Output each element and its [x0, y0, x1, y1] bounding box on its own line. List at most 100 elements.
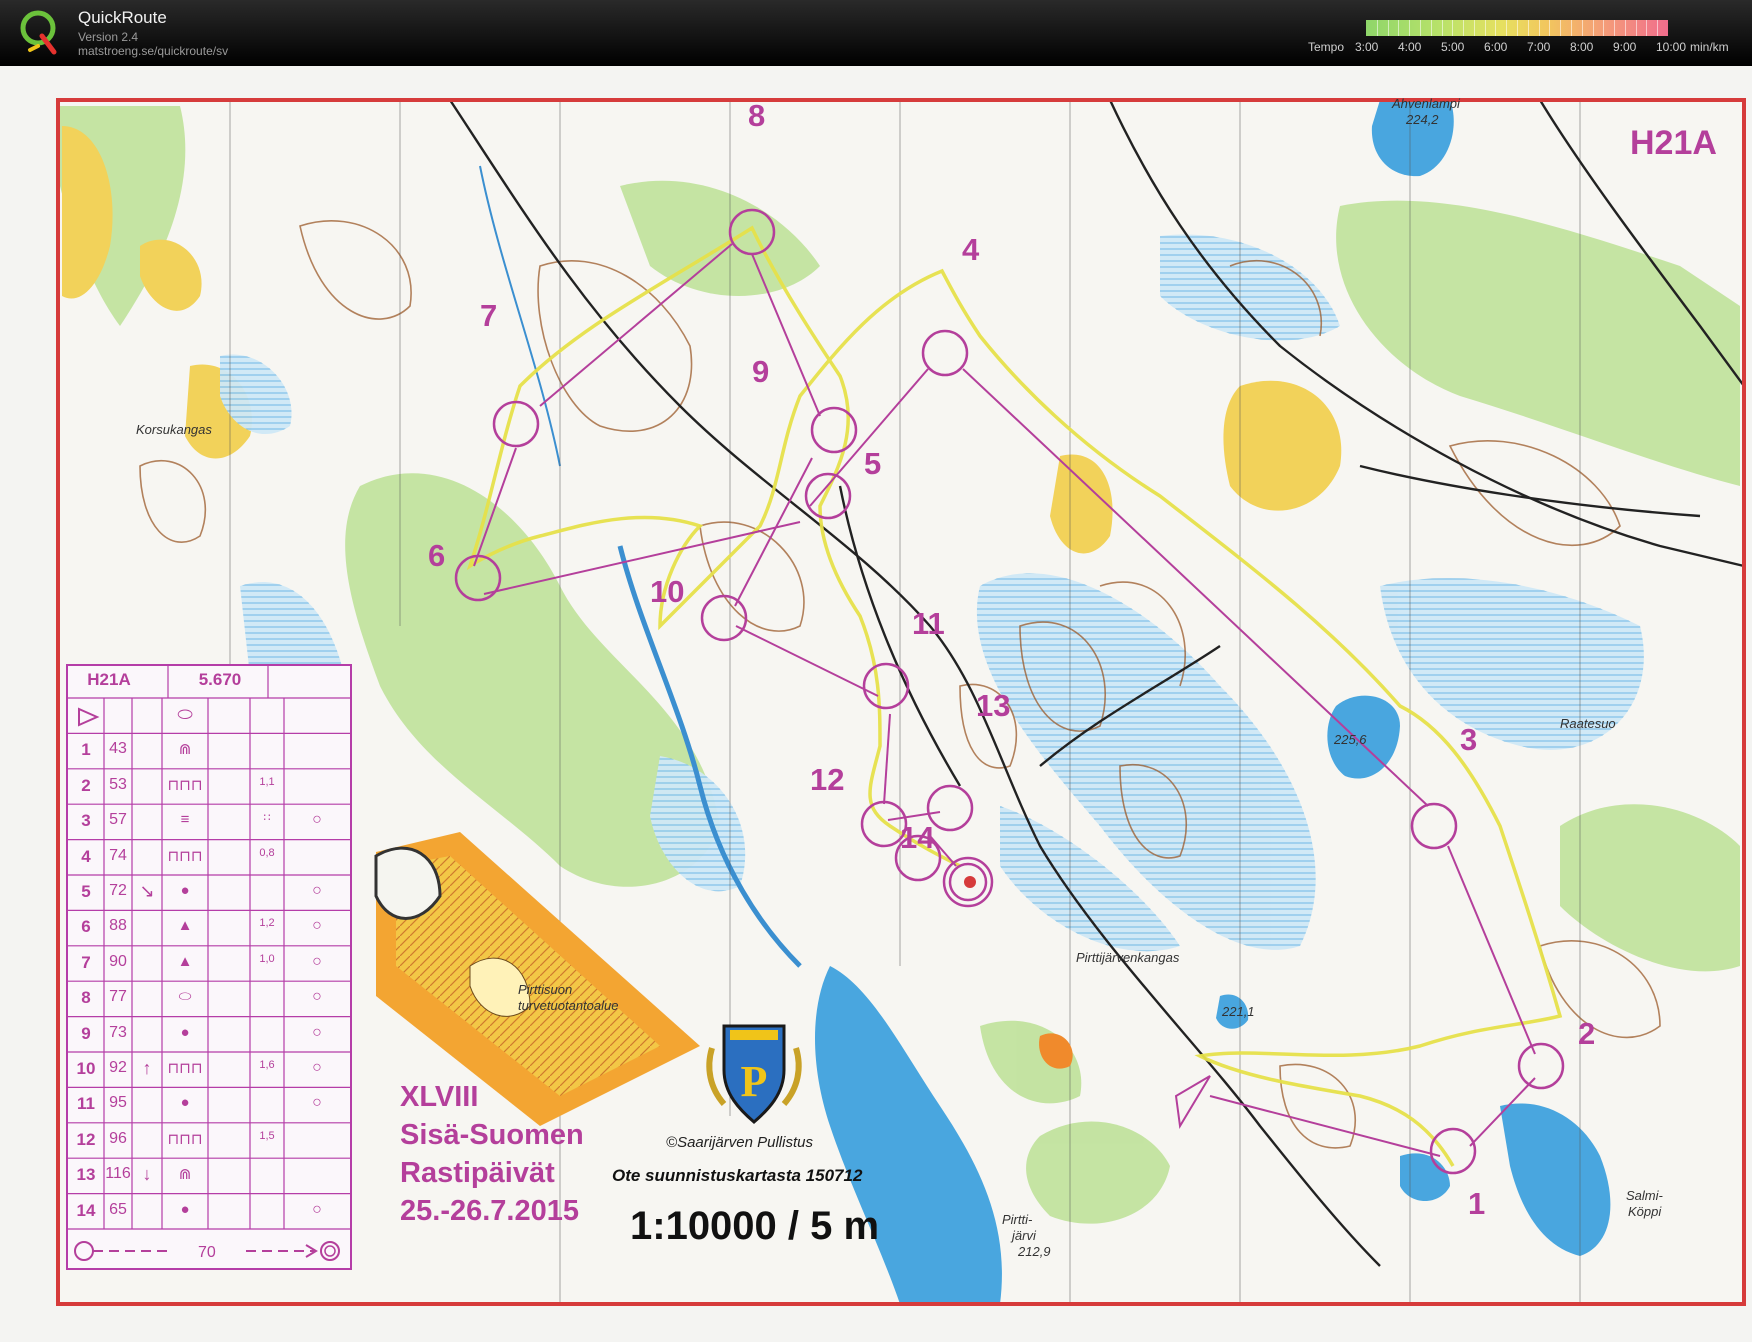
desc-feature-icon: ⋒ [178, 741, 192, 759]
desc-location-icon: ○ [312, 988, 322, 1006]
desc-control-number: 3 [81, 811, 91, 831]
copyright-icon: © [666, 1134, 678, 1151]
desc-control-number: 1 [81, 740, 91, 760]
desc-feature-icon: ⋒ [178, 1166, 192, 1184]
event-title-line-1: XLVIII [400, 1081, 479, 1113]
desc-feature-icon: ● [180, 1094, 190, 1112]
desc-dimension: 1,2 [259, 917, 275, 930]
finish-marker [964, 876, 976, 888]
desc-location-icon: ○ [312, 882, 322, 899]
svg-text:P: P [741, 1057, 768, 1106]
tempo-unit: min/km [1690, 40, 1729, 54]
control-description-table: H21A 5.670 ⬭ 1 43 ⋒ 2 53 ⊓⊓⊓ 1,1 3 57 ≡ ∷ ○ 4 74 ⊓⊓⊓ 0,8… [66, 664, 352, 1270]
desc-dimension: 1,5 [259, 1129, 275, 1142]
tempo-bar-segment [1549, 20, 1551, 36]
desc-dimension: 1,0 [259, 952, 275, 965]
tempo-tick-label: 10:00 [1656, 40, 1687, 54]
place-salmi-1: Salmi- [1626, 1188, 1663, 1203]
desc-feature-icon: ≡ [180, 811, 190, 829]
finish-line-right-icon [246, 1241, 340, 1261]
control-number-3: 3 [1460, 722, 1478, 757]
control-number-1: 1 [1468, 1186, 1486, 1221]
place-pirttijarvi-3: 212,9 [1018, 1244, 1051, 1259]
desc-control-number: 6 [81, 917, 91, 937]
desc-feature-icon: ⊓⊓⊓ [167, 776, 203, 794]
control-number-6: 6 [428, 538, 446, 573]
copyright-text: ©Saarijärven Pullistus [666, 1134, 813, 1151]
desc-control-number: 9 [81, 1023, 91, 1043]
desc-length: 5.670 [198, 670, 242, 689]
tempo-tick-label: 6:00 [1484, 40, 1508, 54]
desc-control-code: 77 [109, 988, 127, 1006]
tempo-color-bar [1366, 20, 1668, 36]
desc-direction-icon: ↓ [142, 1164, 152, 1185]
desc-control-number: 10 [76, 1059, 96, 1078]
place-salmi-2: Köppi [1628, 1204, 1662, 1219]
control-number-2: 2 [1578, 1016, 1596, 1051]
desc-feature-icon: ⊓⊓⊓ [167, 1130, 203, 1148]
tempo-tick-label: 8:00 [1570, 40, 1594, 54]
place-ahvenlampi: Ahvenlampi [1392, 96, 1460, 111]
tempo-bar-segment [1614, 20, 1616, 36]
event-title-line-4: 25.-26.7.2015 [400, 1195, 579, 1227]
tempo-bar-segment [1603, 20, 1605, 36]
control-number-14: 14 [900, 820, 935, 855]
tempo-bar-segment [1441, 20, 1443, 36]
desc-control-number: 12 [76, 1129, 96, 1149]
desc-feature-icon: ● [180, 1200, 190, 1218]
desc-dimension: 0,8 [259, 846, 275, 859]
tempo-tick-label: 5:00 [1441, 40, 1465, 54]
desc-control-number: 2 [81, 775, 91, 795]
quickroute-logo-icon [20, 10, 57, 55]
place-raatesuo: Raatesuo [1560, 716, 1616, 731]
event-title-line-3: Rastipäivät [400, 1157, 555, 1189]
desc-control-number: 7 [81, 952, 91, 972]
desc-feature-icon: ⊓⊓⊓ [167, 847, 203, 865]
desc-control-number: 14 [76, 1200, 96, 1220]
desc-feature-icon: ▲ [177, 917, 193, 935]
desc-direction-icon: ↑ [142, 1058, 152, 1078]
desc-control-code: 88 [109, 917, 127, 935]
control-number-5: 5 [864, 446, 882, 481]
place-pond-225: 225,6 [1334, 732, 1367, 747]
tempo-bar-segment [1570, 20, 1572, 36]
desc-control-code: 90 [109, 952, 127, 970]
tempo-bar-segment [1581, 20, 1583, 36]
finish-distance: 70 [198, 1244, 216, 1261]
tempo-bar-segment [1409, 20, 1411, 36]
tempo-bar-segment [1560, 20, 1562, 36]
desc-dimension: 1,1 [259, 775, 275, 788]
desc-location-icon: ○ [312, 811, 322, 829]
desc-control-code: 116 [105, 1165, 131, 1183]
tempo-bar-segment [1484, 20, 1486, 36]
class-label: H21A [1630, 124, 1717, 162]
event-title-line-2: Sisä-Suomen [400, 1119, 584, 1151]
tempo-bar-segment [1463, 20, 1465, 36]
desc-control-code: 57 [109, 811, 127, 829]
tempo-bar-segment [1452, 20, 1454, 36]
desc-class: H21A [87, 670, 131, 689]
desc-control-code: 65 [109, 1200, 127, 1218]
tempo-tick-label: 3:00 [1355, 40, 1379, 54]
desc-control-number: 13 [76, 1165, 96, 1185]
desc-feature-icon: ⬭ [178, 988, 192, 1006]
tempo-label: Tempo [1308, 40, 1345, 54]
desc-dimension: 1,6 [259, 1059, 275, 1071]
tempo-bar-segment [1646, 20, 1648, 36]
place-pirttijarvi-2: järvi [1012, 1228, 1036, 1243]
app-header: QuickRoute Version 2.4 matstroeng.se/qui… [0, 0, 1752, 66]
map-extract-note: Ote suunnistuskartasta 150712 [612, 1166, 863, 1185]
desc-location-icon: ○ [312, 1200, 322, 1218]
tempo-bar-segment [1624, 20, 1626, 36]
tempo-bar-segment [1419, 20, 1421, 36]
control-number-13: 13 [976, 688, 1011, 723]
map-scale: 1:10000 / 5 m [630, 1204, 880, 1248]
desc-location-icon: ○ [312, 1094, 322, 1112]
control-number-10: 10 [650, 574, 685, 609]
control-number-8: 8 [748, 98, 766, 133]
desc-control-code: 74 [109, 846, 127, 864]
tempo-bar-segment [1387, 20, 1389, 36]
app-title: QuickRoute [78, 8, 167, 27]
event-title: XLVIII Sisä-Suomen Rastipäivät 25.-26.7.… [400, 1078, 584, 1230]
desc-control-number: 5 [81, 882, 91, 901]
